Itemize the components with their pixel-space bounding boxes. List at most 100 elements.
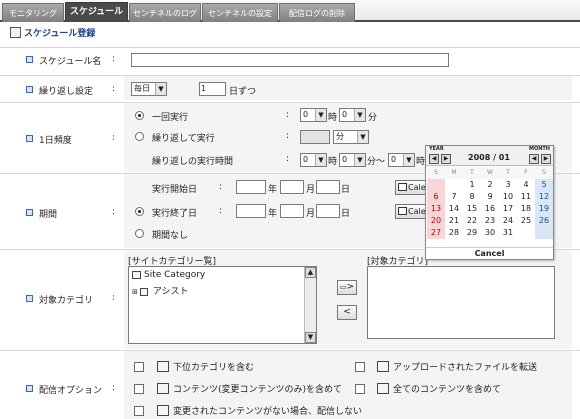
calendar-day[interactable]: 21 (445, 215, 463, 227)
calendar-day[interactable]: 28 (445, 227, 463, 239)
calendar-day[interactable]: 4 (517, 179, 535, 191)
end-date-label: 実行終了日 (152, 209, 198, 219)
run-once-radio[interactable] (135, 111, 144, 120)
weekday-header: T (463, 167, 481, 179)
target-category-row: 対象カテゴリ : [サイトカテゴリー覧] Site Category ⊞ アシスト… (0, 249, 580, 349)
repeat-interval-unit-select[interactable]: 分 ▼ (333, 130, 369, 144)
repeat-end-hour-select[interactable]: 0 ▼ (388, 153, 415, 167)
day-unit: 日 (341, 185, 351, 195)
start-year-input[interactable] (236, 180, 266, 194)
include-subcategories-checkbox[interactable] (134, 362, 144, 372)
calendar-title: 2008 / 01 (468, 153, 510, 162)
start-day-input[interactable] (316, 180, 340, 194)
site-category-tree[interactable]: Site Category ⊞ アシスト ▲ ▼ (128, 266, 317, 344)
scrollbar[interactable]: ▲ ▼ (304, 267, 316, 343)
calendar-day[interactable]: 19 (535, 203, 553, 215)
scroll-up-icon[interactable]: ▲ (305, 267, 316, 278)
period-end-radio[interactable] (135, 207, 144, 216)
chevron-down-icon: ▼ (354, 154, 365, 166)
include-changed-content-checkbox[interactable] (134, 384, 144, 394)
once-hour-select[interactable]: 0 ▼ (300, 108, 327, 122)
add-category-button[interactable]: ▭> (337, 280, 357, 295)
prev-month-icon[interactable]: ◀ (529, 154, 539, 164)
calendar-day[interactable]: 6 (427, 191, 445, 203)
once-minute-select[interactable]: 0 ▼ (339, 108, 366, 122)
calendar-day[interactable]: 26 (535, 215, 553, 227)
start-month-input[interactable] (280, 180, 304, 194)
calendar-day[interactable]: 1 (463, 179, 481, 191)
schedule-name-input[interactable] (131, 53, 449, 67)
next-year-icon[interactable]: ▶ (441, 154, 451, 164)
target-category-list[interactable] (367, 266, 555, 339)
calendar-day[interactable]: 22 (463, 215, 481, 227)
prev-year-icon[interactable]: ◀ (429, 154, 439, 164)
calendar-day[interactable]: 9 (481, 191, 499, 203)
repeat-count-input[interactable]: 1 (199, 82, 226, 96)
end-day-input[interactable] (316, 204, 340, 218)
repeat-row: 繰り返し設定 : 毎日 ▼ 1 日ずつ (0, 75, 580, 100)
calendar-day[interactable]: 27 (427, 227, 445, 239)
weekday-header: M (445, 167, 463, 179)
calendar-cancel-button[interactable]: Cancel (426, 247, 553, 259)
calendar-day[interactable]: 31 (499, 227, 517, 239)
repeat-start-minute-select[interactable]: 0 ▼ (339, 153, 366, 167)
repeat-interval-input[interactable] (300, 130, 330, 144)
calendar-icon (398, 183, 407, 191)
calendar-empty-cell (445, 179, 463, 191)
calendar-day[interactable]: 29 (463, 227, 481, 239)
calendar-day[interactable]: 3 (499, 179, 517, 191)
minute-unit: 分 (368, 113, 378, 123)
tree-item[interactable]: ⊞ アシスト (132, 284, 189, 297)
period-label: 期間 (26, 207, 57, 220)
calendar-day[interactable]: 14 (445, 203, 463, 215)
calendar-day[interactable]: 10 (499, 191, 517, 203)
start-calendar-button[interactable]: Calendar (395, 180, 427, 195)
calendar-day[interactable]: 8 (463, 191, 481, 203)
tab-monitoring[interactable]: モニタリング (2, 3, 64, 22)
weekday-header: T (499, 167, 517, 179)
remove-category-button[interactable]: < (337, 305, 357, 320)
day-unit: 日 (341, 209, 351, 219)
calendar-day[interactable]: 17 (499, 203, 517, 215)
calendar-day[interactable]: 15 (463, 203, 481, 215)
run-repeat-label: 繰り返して実行 (152, 134, 215, 144)
tab-sentinel-log[interactable]: センチネルのログ (129, 3, 201, 22)
calendar-day[interactable]: 11 (517, 191, 535, 203)
calendar-day[interactable]: 13 (427, 203, 445, 215)
end-month-input[interactable] (280, 204, 304, 218)
calendar-day[interactable]: 25 (517, 215, 535, 227)
end-calendar-button[interactable]: Calendar (395, 204, 427, 219)
next-month-icon[interactable]: ▶ (541, 154, 551, 164)
tree-root[interactable]: Site Category (132, 270, 205, 280)
calendar-day[interactable]: 24 (499, 215, 517, 227)
include-all-content-checkbox[interactable] (355, 384, 365, 394)
end-year-input[interactable] (236, 204, 266, 218)
repeat-type-select[interactable]: 毎日 ▼ (131, 82, 167, 96)
tab-sentinel-settings[interactable]: センチネルの設定 (202, 3, 278, 22)
calendar-empty-cell (517, 227, 535, 239)
calendar-day[interactable]: 16 (481, 203, 499, 215)
calendar-day[interactable]: 7 (445, 191, 463, 203)
calendar-day[interactable]: 18 (517, 203, 535, 215)
calendar-day[interactable]: 12 (535, 191, 553, 203)
transfer-uploaded-files-checkbox[interactable] (355, 362, 365, 372)
delivery-options-label: 配信オプション (26, 383, 102, 396)
colon: : (112, 293, 116, 303)
calendar-day[interactable]: 23 (481, 215, 499, 227)
skip-if-unchanged-checkbox[interactable] (134, 406, 144, 416)
weekday-header: S (427, 167, 445, 179)
calendar-day[interactable]: 5 (535, 179, 553, 191)
tab-schedule[interactable]: スケジュール (65, 2, 128, 22)
scroll-down-icon[interactable]: ▼ (305, 332, 316, 343)
chevron-down-icon: ▼ (315, 109, 326, 121)
calendar-day[interactable]: 2 (481, 179, 499, 191)
frequency-label: 1日頻度 (26, 133, 72, 146)
calendar-day[interactable]: 30 (481, 227, 499, 239)
calendar-empty-cell (535, 227, 553, 239)
run-repeat-radio[interactable] (135, 132, 144, 141)
repeat-start-hour-select[interactable]: 0 ▼ (300, 153, 327, 167)
tab-delete-delivery-log[interactable]: 配信ログの削除 (279, 3, 355, 22)
target-category-label: 対象カテゴリ (26, 293, 93, 306)
calendar-day[interactable]: 20 (427, 215, 445, 227)
no-period-radio[interactable] (135, 229, 144, 238)
